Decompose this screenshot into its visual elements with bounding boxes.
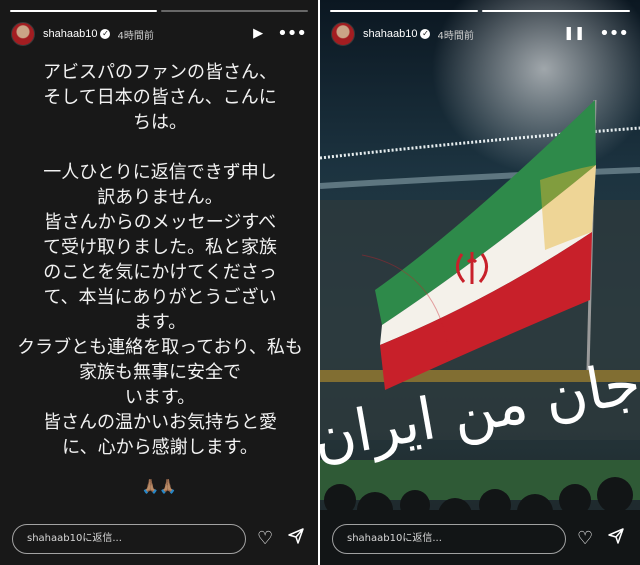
progress-segment-pending bbox=[161, 10, 308, 12]
reply-input[interactable]: shahaab10に返信... bbox=[332, 524, 566, 554]
username[interactable]: shahaab10 bbox=[363, 28, 417, 40]
send-icon[interactable] bbox=[287, 527, 305, 552]
story-text-post[interactable]: shahaab10 ✓ 4時間前 ▶ ••• アビスパのファンの皆さん、 そして… bbox=[0, 0, 318, 565]
story-message: アビスパのファンの皆さん、 そして日本の皆さん、こんに ちは。 一人ひとりに返信… bbox=[17, 62, 303, 458]
pause-icon[interactable]: ❚❚ bbox=[563, 22, 585, 46]
play-icon[interactable]: ▶ bbox=[253, 22, 263, 46]
verified-badge-icon: ✓ bbox=[100, 29, 111, 39]
post-time: 4時間前 bbox=[117, 30, 154, 42]
verified-badge-icon: ✓ bbox=[420, 29, 431, 39]
more-options-icon[interactable]: ••• bbox=[277, 22, 307, 46]
progress-segment-complete bbox=[10, 10, 157, 12]
story-progress-bar bbox=[330, 10, 630, 12]
story-header: shahaab10 ✓ 4時間前 ▶ ••• bbox=[11, 22, 307, 46]
avatar[interactable] bbox=[11, 22, 35, 46]
story-progress-bar bbox=[10, 10, 308, 12]
post-time: 4時間前 bbox=[437, 30, 474, 42]
heart-icon[interactable]: ♡ bbox=[577, 527, 593, 551]
prayer-hands-emoji: 🙏🏽🙏🏽 bbox=[141, 479, 177, 495]
calligraphy-text: جان من ایران bbox=[320, 348, 640, 473]
story-header: shahaab10 ✓ 4時間前 ❚❚ ••• bbox=[331, 22, 629, 46]
more-options-icon[interactable]: ••• bbox=[599, 22, 629, 46]
avatar[interactable] bbox=[331, 22, 355, 46]
username[interactable]: shahaab10 bbox=[43, 28, 97, 40]
heart-icon[interactable]: ♡ bbox=[257, 527, 273, 551]
reply-input[interactable]: shahaab10に返信... bbox=[12, 524, 246, 554]
send-icon[interactable] bbox=[607, 527, 625, 552]
persian-calligraphy: جان من ایران bbox=[320, 348, 640, 473]
story-image-post[interactable]: جان من ایران shahaab10 ✓ 4時間前 ❚❚ ••• sha… bbox=[320, 0, 640, 565]
progress-segment-complete bbox=[330, 10, 478, 12]
stories-viewer: shahaab10 ✓ 4時間前 ▶ ••• アビスパのファンの皆さん、 そして… bbox=[0, 0, 640, 565]
progress-segment-complete bbox=[482, 10, 630, 12]
